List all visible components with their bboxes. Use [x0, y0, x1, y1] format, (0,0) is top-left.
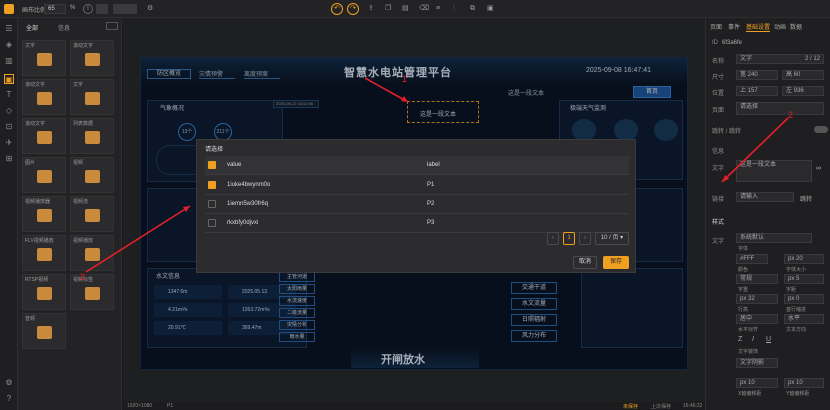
annotation-1: 1: [402, 74, 407, 84]
annotation-overlay: 1 2 3: [80, 74, 793, 282]
annotation-3: 3: [80, 272, 85, 282]
arrow-3: [85, 205, 191, 273]
arrow-2: [721, 117, 789, 183]
annotation-2: 2: [788, 110, 793, 120]
